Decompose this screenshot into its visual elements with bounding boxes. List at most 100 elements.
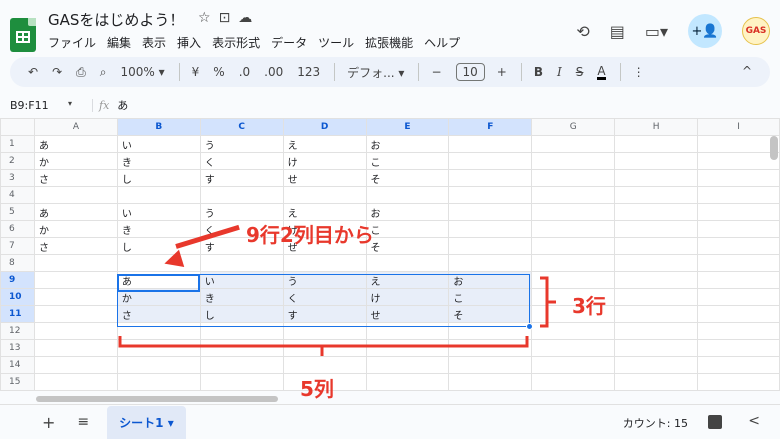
cell[interactable]: せ [282,169,367,187]
cell[interactable] [614,322,699,340]
row-header[interactable]: 12 [0,322,35,340]
comment-icon[interactable]: ▤ [610,22,625,41]
font-size-input[interactable]: 10 [455,63,485,81]
cell[interactable]: き [116,152,201,170]
cell[interactable] [33,254,118,272]
cell[interactable]: し [199,305,284,323]
column-header-g[interactable]: G [531,118,616,136]
cell[interactable]: え [282,203,367,221]
cell[interactable]: そ [365,237,450,255]
cell[interactable]: く [199,152,284,170]
row-header[interactable]: 4 [0,186,35,204]
row-header[interactable]: 13 [0,339,35,357]
font-select[interactable]: デフォ... ▾ [347,64,404,81]
cell[interactable] [614,169,699,187]
menu-view[interactable]: 表示 [142,34,166,51]
cell[interactable] [448,203,533,221]
column-header-b[interactable]: B [116,118,201,136]
add-sheet-icon[interactable]: + [42,413,55,432]
cell[interactable] [697,186,780,204]
cell[interactable] [531,203,616,221]
cell[interactable] [697,203,780,221]
cell[interactable] [365,356,450,374]
cell[interactable] [614,186,699,204]
cell[interactable]: こ [448,288,533,306]
vertical-scrollbar[interactable] [770,136,778,160]
collapse-menu-icon[interactable]: ^ [742,64,752,78]
meet-icon[interactable]: ▭▾ [645,22,668,41]
cell[interactable] [199,356,284,374]
star-icon[interactable]: ☆ [198,10,211,26]
selection-count[interactable]: カウント: 15 [623,415,688,431]
cell[interactable] [282,186,367,204]
row-header[interactable]: 7 [0,237,35,255]
cell[interactable] [282,356,367,374]
zoom-select[interactable]: 100% ▾ [120,65,164,79]
paint-format-icon[interactable]: ⌕ [100,65,107,80]
cell[interactable] [697,220,780,238]
column-header-f[interactable]: F [448,118,533,136]
cell[interactable]: う [199,135,284,153]
cell[interactable] [448,373,533,391]
print-icon[interactable]: ⎙ [76,65,86,80]
cell[interactable]: い [116,203,201,221]
sheets-logo-icon[interactable] [10,18,36,52]
cell[interactable] [614,203,699,221]
cell[interactable] [697,271,780,289]
cell[interactable] [448,237,533,255]
column-header-a[interactable]: A [33,118,118,136]
cell[interactable] [531,254,616,272]
cell[interactable] [697,373,780,391]
cell[interactable] [448,254,533,272]
cell[interactable]: せ [365,305,450,323]
cell[interactable] [448,169,533,187]
cell[interactable] [116,186,201,204]
cell[interactable]: す [282,305,367,323]
cell[interactable] [531,356,616,374]
cell[interactable] [116,356,201,374]
cell[interactable] [282,254,367,272]
cell[interactable] [365,339,450,357]
cell[interactable] [531,186,616,204]
row-header[interactable]: 5 [0,203,35,221]
menu-insert[interactable]: 挿入 [177,34,201,51]
cell[interactable] [614,135,699,153]
cell[interactable] [531,152,616,170]
cell[interactable] [614,237,699,255]
select-all-corner[interactable] [0,118,35,136]
undo-icon[interactable]: ↶ [28,65,38,79]
cell[interactable] [697,322,780,340]
cell[interactable]: き [116,220,201,238]
cell[interactable]: き [199,288,284,306]
cell[interactable] [531,237,616,255]
row-header[interactable]: 2 [0,152,35,170]
cell[interactable] [116,322,201,340]
currency-button[interactable]: ¥ [192,65,200,79]
menu-extensions[interactable]: 拡張機能 [365,34,413,51]
row-header[interactable]: 1 [0,135,35,153]
cell[interactable]: か [33,152,118,170]
cell[interactable] [531,271,616,289]
cell[interactable]: そ [448,305,533,323]
font-size-increase-button[interactable]: + [497,65,507,79]
cell[interactable]: あ [33,203,118,221]
horizontal-scrollbar[interactable] [36,396,278,402]
cell[interactable] [531,220,616,238]
column-header-e[interactable]: E [365,118,450,136]
cell[interactable]: お [448,271,533,289]
font-size-decrease-button[interactable]: − [431,65,441,79]
cell[interactable] [33,356,118,374]
menu-tools[interactable]: ツール [318,34,354,51]
cell[interactable] [697,169,780,187]
cell[interactable] [199,339,284,357]
cell[interactable] [33,339,118,357]
row-header[interactable]: 10 [0,288,35,306]
column-header-i[interactable]: I [697,118,780,136]
number-format-button[interactable]: 123 [297,65,320,79]
cell[interactable]: こ [365,220,450,238]
cell[interactable]: い [199,271,284,289]
cell[interactable]: あ [116,271,201,289]
cell[interactable]: か [33,220,118,238]
cell[interactable] [614,152,699,170]
row-header[interactable]: 11 [0,305,35,323]
